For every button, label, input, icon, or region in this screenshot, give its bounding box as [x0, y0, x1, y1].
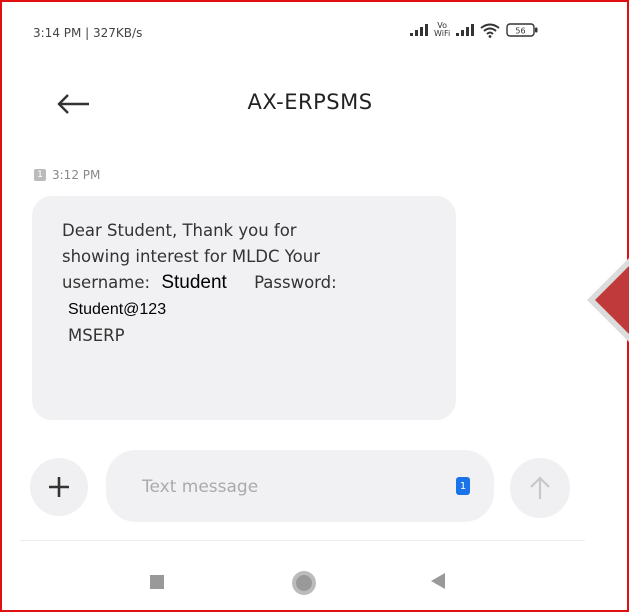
nav-back-icon[interactable]: [431, 573, 445, 589]
add-attachment-button[interactable]: [30, 458, 88, 516]
message-body: Dear Student, Thank you for showing inte…: [62, 218, 392, 349]
message-line-2: showing interest for MLDC Your: [62, 247, 321, 266]
signal-icon: [410, 24, 428, 36]
username-value: Student: [161, 272, 227, 293]
message-meta: 1 3:12 PM: [34, 168, 100, 182]
vowifi-icon: Vo WiFi: [434, 22, 450, 38]
message-line-3: username: Student Password:: [62, 270, 392, 296]
sim-select-icon[interactable]: 1: [456, 477, 470, 495]
username-label: username:: [62, 273, 151, 292]
message-line-4: Student@123: [62, 296, 392, 323]
home-icon[interactable]: [290, 569, 318, 597]
back-button[interactable]: [52, 86, 96, 122]
message-bubble[interactable]: Dear Student, Thank you for showing inte…: [32, 196, 456, 420]
message-input-container[interactable]: 1: [106, 450, 494, 522]
message-line-5: MSERP: [68, 326, 125, 345]
plus-icon: [49, 477, 69, 497]
conversation-title: AX-ERPSMS: [247, 90, 373, 114]
battery-level: 56: [516, 27, 526, 36]
vowifi-bottom: WiFi: [434, 29, 451, 38]
signal-icon-2: [456, 24, 475, 36]
message-time: 3:12 PM: [52, 168, 101, 182]
side-marker-shape: [587, 258, 629, 342]
message-line-1: Dear Student, Thank you for: [62, 221, 297, 240]
arrow-up-icon: [530, 476, 550, 499]
message-input[interactable]: [140, 470, 424, 504]
battery-icon: 56: [506, 23, 538, 37]
send-button[interactable]: [510, 458, 570, 518]
arrow-left-icon: [57, 94, 89, 114]
password-label: Password:: [254, 273, 337, 292]
status-icons: Vo WiFi 56: [410, 22, 538, 38]
recents-icon[interactable]: [150, 575, 164, 589]
nav-divider: [20, 540, 585, 541]
password-value: Student@123: [68, 301, 167, 318]
status-time: 3:14 PM | 327KB/s: [33, 26, 143, 40]
wifi-icon: [480, 23, 500, 38]
sim-badge: 1: [34, 169, 46, 181]
